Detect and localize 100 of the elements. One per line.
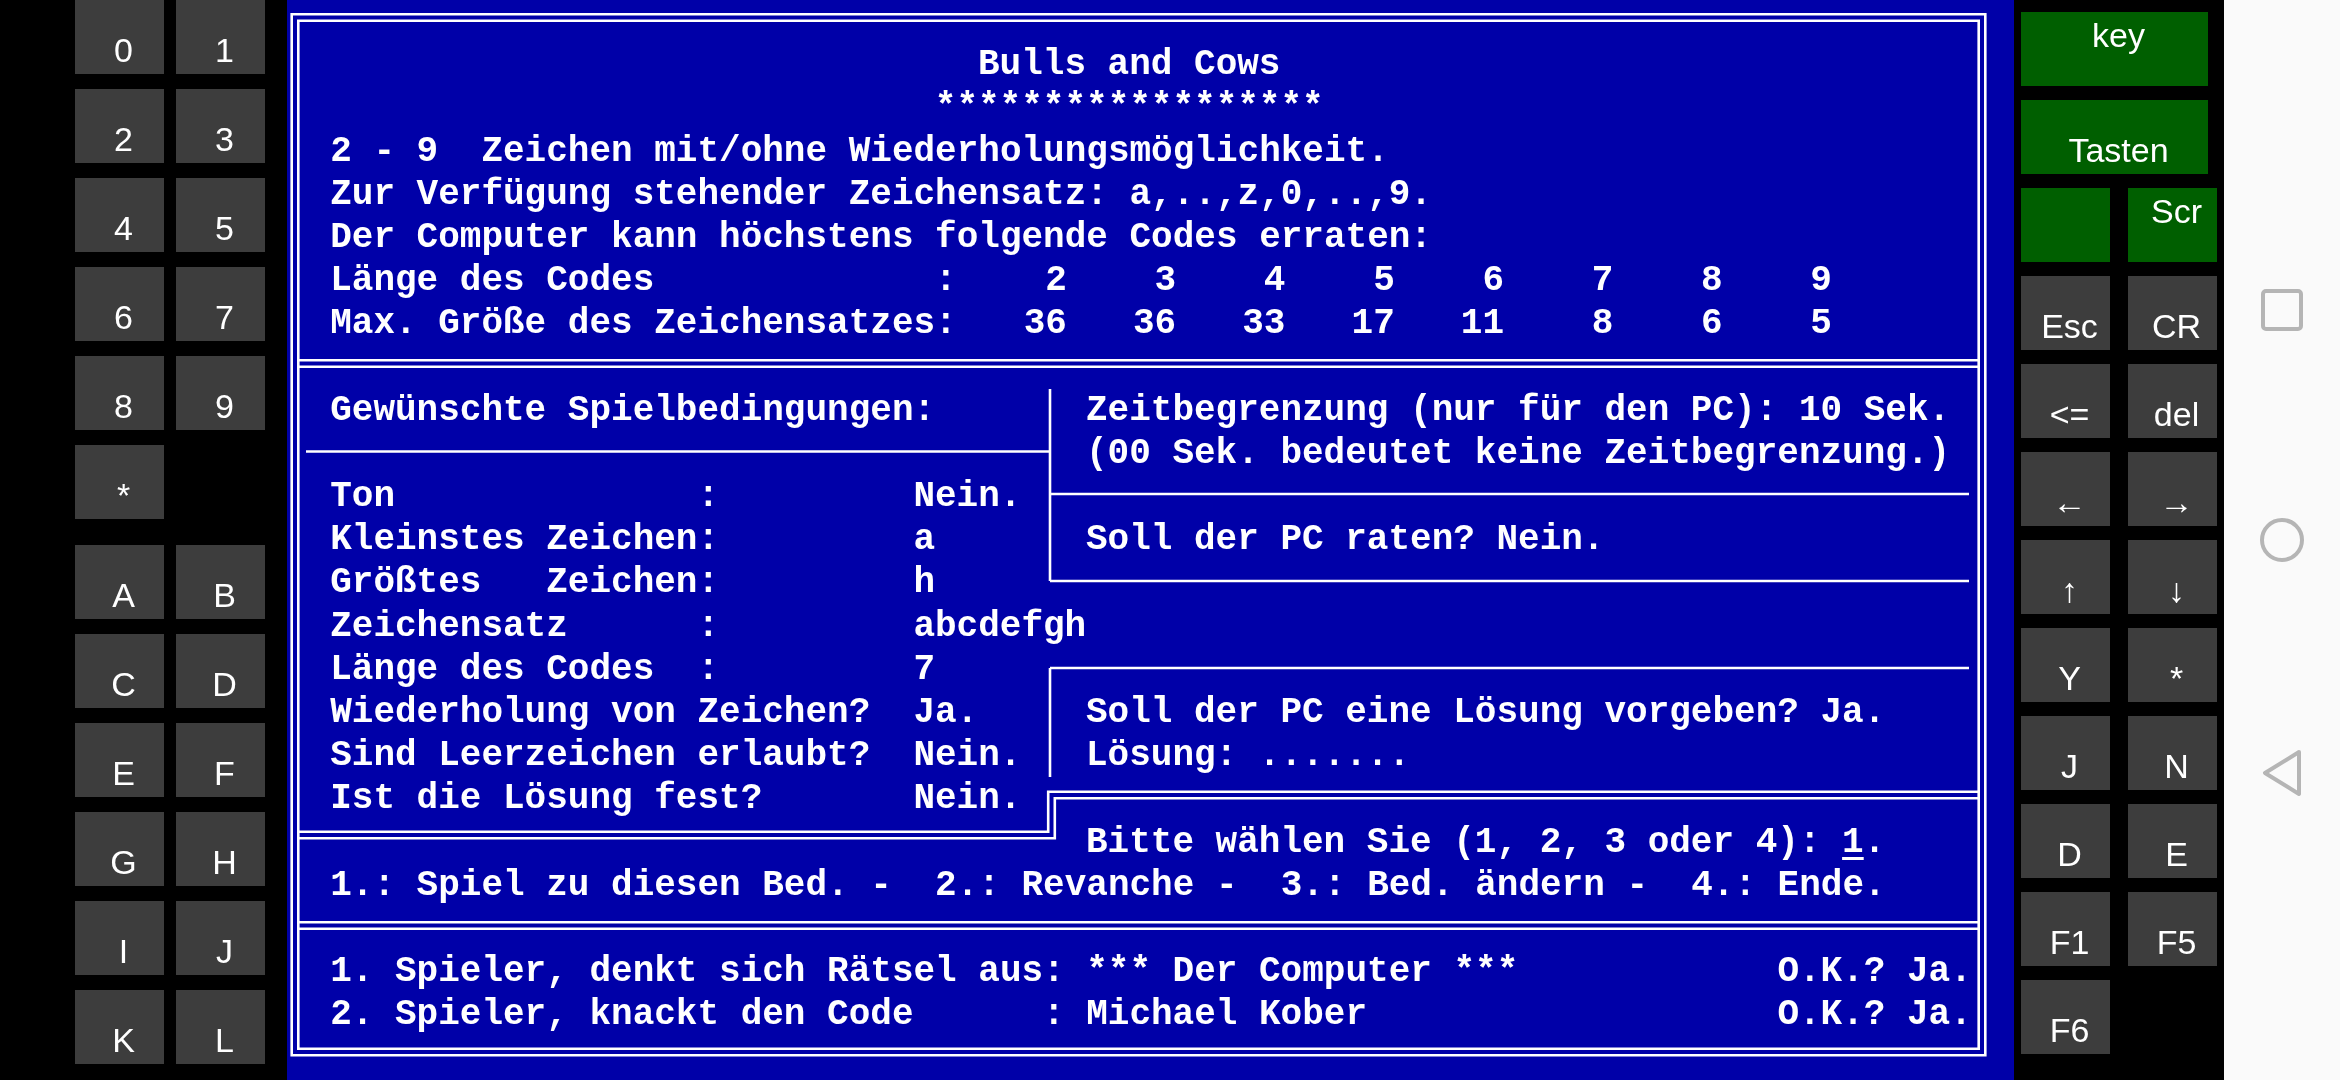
key-button[interactable]: ← — [2021, 452, 2110, 526]
setting-label: Zeichensatz : — [330, 604, 721, 648]
square-icon[interactable] — [2261, 289, 2303, 331]
table-cell-text: 7 — [1590, 259, 1614, 303]
info-line: Zeitbegrenzung (nur für den PC): 10 Sek. — [1085, 388, 1952, 432]
title-underline: ****************** — [934, 86, 1325, 130]
key-button[interactable]: 8 — [75, 356, 164, 430]
key-button[interactable]: H — [176, 812, 265, 886]
key-button[interactable]: <= — [2021, 364, 2110, 438]
info-line: (00 Sek. bedeutet keine Zeitbegrenzung.) — [1085, 431, 1952, 476]
setting-value: 7 — [913, 647, 935, 692]
setting-label: Ist die Lösung fest? — [330, 777, 764, 821]
key-button[interactable]: 7 — [176, 267, 265, 341]
info-line: 2 - 9 Zeichen mit/ohne Wiederholungsmöglichkeit. — [330, 129, 1390, 173]
key-button[interactable]: ↓ — [2128, 540, 2217, 614]
menu-line: 1.: Spiel zu diesen Bed. - 2.: Revanche - 3.: Bed. ändern - 4.: Ende. — [330, 863, 1887, 907]
key-button[interactable]: E — [75, 723, 164, 797]
key-button[interactable]: 4 — [75, 178, 164, 252]
key-button[interactable]: Y — [2021, 628, 2110, 702]
key-button[interactable]: F6 — [2021, 980, 2110, 1054]
table-label: Max. Größe des Zeichensatzes: — [330, 302, 957, 346]
table-cell-text: 36 — [1131, 302, 1177, 346]
key-button[interactable]: D — [2021, 804, 2110, 878]
key-button[interactable]: 1 — [176, 0, 265, 74]
key-button[interactable]: CR — [2128, 276, 2217, 350]
setting-value: h — [913, 561, 935, 605]
blank-key[interactable] — [2021, 188, 2110, 262]
key-button[interactable]: A — [75, 545, 164, 619]
key-button[interactable]: I — [75, 901, 164, 975]
key-button[interactable]: F5 — [2128, 892, 2217, 966]
key-button[interactable]: → — [2128, 452, 2217, 526]
player-role: 2. Spieler, knackt den Code : — [330, 993, 1066, 1037]
setting-value: abcdefgh — [913, 604, 1087, 648]
table-cell-text: 5 — [1809, 302, 1832, 346]
key-button[interactable]: D — [176, 634, 265, 708]
key-button[interactable]: 3 — [176, 89, 265, 163]
key-button[interactable]: 0 — [75, 0, 164, 74]
key-button[interactable]: J — [2021, 716, 2110, 790]
setting-label: Wiederholung von Zeichen? — [330, 691, 872, 735]
choice-field[interactable]: 1 — [1842, 820, 1864, 864]
key-button[interactable]: L — [176, 990, 265, 1064]
mode-key[interactable]: Tasten — [2021, 100, 2208, 174]
setting-label: Sind Leerzeichen erlaubt? — [330, 734, 872, 778]
table-cell-text: 8 — [1590, 302, 1614, 346]
info-line: Soll der PC eine Lösung vorgeben? Ja. — [1085, 691, 1887, 735]
table-cell-text: 3 — [1153, 259, 1177, 303]
setting-label: Länge des Codes : — [330, 647, 721, 692]
screen-key[interactable]: Scr — [2128, 188, 2217, 262]
info-line: Der Computer kann höchstens folgende Codes erraten: — [330, 215, 1433, 260]
key-button[interactable]: F1 — [2021, 892, 2110, 966]
game-title: Bulls and Cows — [978, 43, 1282, 87]
confirm-text: O.K.? Ja. — [1777, 950, 1972, 994]
key-button[interactable]: * — [75, 445, 164, 519]
key-button[interactable]: 9 — [176, 356, 265, 430]
key-button[interactable]: * — [2128, 628, 2217, 702]
player-name: Michael Kober — [1086, 993, 1369, 1037]
key-button[interactable]: F — [176, 723, 265, 797]
key-button[interactable]: del — [2128, 364, 2217, 438]
table-cell-text: 5 — [1372, 259, 1395, 303]
key-button[interactable]: Esc — [2021, 276, 2110, 350]
circle-icon[interactable] — [2259, 517, 2305, 563]
info-line: Lösung: ....... — [1085, 734, 1412, 778]
setting-value: Nein. — [913, 777, 1022, 821]
key-button[interactable]: 2 — [75, 89, 164, 163]
confirm-text: O.K.? Ja. — [1777, 993, 1972, 1037]
prompt-text: Bitte wählen Sie (1, 2, 3 oder 4): — [1085, 820, 1821, 864]
table-cell-text: 6 — [1700, 302, 1723, 346]
table-cell-text: 4 — [1262, 259, 1286, 303]
key-button[interactable]: B — [176, 545, 265, 619]
key-button[interactable]: 5 — [176, 178, 265, 252]
setting-label: Größtes Zeichen: — [330, 561, 721, 605]
triangle-icon[interactable] — [2261, 749, 2303, 797]
key-button[interactable]: N — [2128, 716, 2217, 790]
mode-key[interactable]: key — [2021, 12, 2208, 86]
key-button[interactable]: ↑ — [2021, 540, 2110, 614]
setting-value: a — [913, 518, 935, 562]
info-line: Soll der PC raten? Nein. — [1085, 518, 1606, 562]
key-button[interactable]: J — [176, 901, 265, 975]
setting-value: Nein. — [913, 734, 1022, 778]
table-cell-text: 17 — [1350, 302, 1395, 346]
key-button[interactable]: G — [75, 812, 164, 886]
table-cell-text: 33 — [1241, 302, 1286, 346]
table-cell-text: 8 — [1700, 259, 1723, 303]
table-cell-text: 36 — [1022, 302, 1067, 346]
setting-label: Kleinstes Zeichen: — [330, 518, 721, 562]
table-cell-text: 6 — [1481, 259, 1505, 303]
setting-label: Ton : — [330, 475, 721, 519]
key-button[interactable]: E — [2128, 804, 2217, 878]
player-name: *** Der Computer *** — [1086, 950, 1520, 994]
prompt-end: . — [1863, 820, 1886, 864]
table-label: Länge des Codes : — [330, 259, 957, 303]
setting-value: Ja. — [913, 691, 979, 735]
section-heading: Gewünschte Spielbedingungen: — [330, 388, 937, 432]
table-cell-text: 2 — [1044, 259, 1067, 303]
player-role: 1. Spieler, denkt sich Rätsel aus: — [330, 950, 1066, 994]
key-button[interactable]: C — [75, 634, 164, 708]
table-cell-text: 11 — [1459, 302, 1505, 346]
key-button[interactable]: 6 — [75, 267, 164, 341]
key-button[interactable]: K — [75, 990, 164, 1064]
info-line: Zur Verfügung stehender Zeichensatz: a,..,z,0,..,9. — [330, 172, 1433, 216]
